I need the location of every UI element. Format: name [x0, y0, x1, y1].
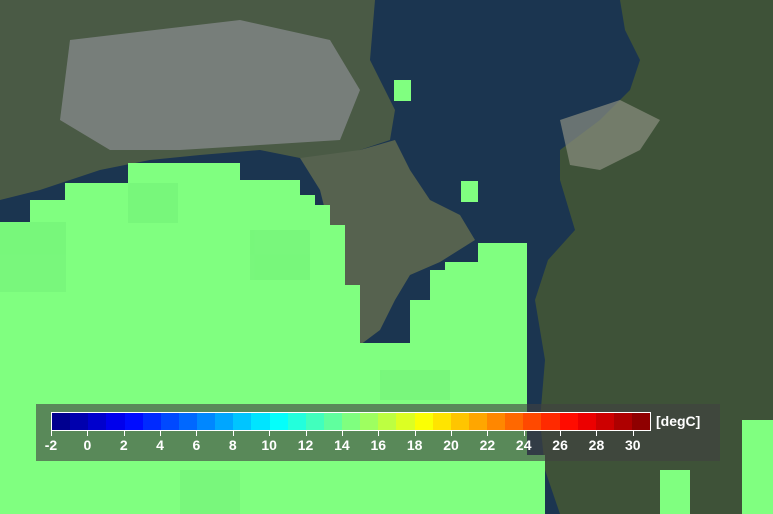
colorbar-segment: [468, 413, 487, 430]
colorbar-segment: [595, 413, 614, 430]
colorbar-segment: [52, 413, 71, 430]
colorbar-tick: [487, 431, 489, 436]
colorbar-segment: [632, 413, 651, 430]
colorbar-tick-label: 14: [334, 437, 350, 453]
colorbar-tick: [523, 431, 525, 436]
colorbar-tick: [160, 431, 162, 436]
colorbar-ticks: -2 0 2 4 6 8 10 12 14 16 18 20 22 24 26 28 30: [45, 431, 651, 459]
colorbar-tick-label: 4: [156, 437, 164, 453]
colorbar-segment: [577, 413, 596, 430]
colorbar-segment: [432, 413, 451, 430]
colorbar-segment: [251, 413, 270, 430]
colorbar-segment: [160, 413, 179, 430]
colorbar-gradient: [51, 412, 651, 431]
colorbar-legend: [degC] -2 0 2 4 6 8 10 12 14 16 18 20 22 24 26 28 30: [36, 404, 720, 461]
colorbar-tick-label: 20: [443, 437, 459, 453]
colorbar-segment: [613, 413, 632, 430]
colorbar-tick: [341, 431, 343, 436]
colorbar-tick: [305, 431, 307, 436]
colorbar-segment: [414, 413, 433, 430]
colorbar-tick-label: 10: [261, 437, 277, 453]
colorbar-tick-label: 6: [192, 437, 201, 453]
colorbar-unit-label: [degC]: [656, 413, 701, 429]
colorbar-segment: [124, 413, 143, 430]
colorbar-segment: [342, 413, 361, 430]
colorbar-segment: [106, 413, 125, 430]
colorbar-segment: [450, 413, 469, 430]
colorbar-tick-label: 24: [515, 437, 532, 453]
colorbar-segment: [142, 413, 161, 430]
colorbar-segment: [70, 413, 89, 430]
colorbar-tick: [414, 431, 416, 436]
colorbar-tick: [196, 431, 198, 436]
colorbar-tick-label: 2: [119, 437, 128, 453]
colorbar-segment: [559, 413, 578, 430]
colorbar-tick: [632, 431, 634, 436]
colorbar-segment: [523, 413, 542, 430]
colorbar-segment: [487, 413, 506, 430]
colorbar-tick-label: 8: [228, 437, 237, 453]
colorbar-tick-label: 26: [552, 437, 568, 453]
colorbar-segment: [178, 413, 197, 430]
colorbar-tick-label: 22: [479, 437, 496, 453]
colorbar-segment: [233, 413, 252, 430]
colorbar-tick-label: 28: [588, 437, 605, 453]
colorbar-segment: [269, 413, 288, 430]
colorbar-tick-label: 16: [370, 437, 387, 453]
colorbar-tick-label: -2: [44, 437, 58, 453]
colorbar-tick-label: 0: [83, 437, 92, 453]
colorbar-segment: [323, 413, 342, 430]
colorbar-segment: [215, 413, 234, 430]
colorbar-segment: [360, 413, 379, 430]
colorbar-tick: [232, 431, 234, 436]
colorbar-segment: [305, 413, 324, 430]
colorbar-tick: [378, 431, 380, 436]
colorbar-tick: [123, 431, 125, 436]
colorbar-tick: [451, 431, 452, 436]
colorbar-tick: [87, 431, 89, 436]
colorbar-tick-label: 18: [406, 437, 423, 453]
colorbar-segment: [505, 413, 524, 430]
colorbar-segment: [541, 413, 560, 430]
colorbar-tick-label: 30: [625, 437, 641, 453]
colorbar-tick: [560, 431, 562, 436]
colorbar-tick: [596, 431, 598, 436]
colorbar-tick: [51, 431, 52, 436]
colorbar-tick: [269, 431, 271, 436]
colorbar-segment: [287, 413, 306, 430]
urban-area-north: [60, 20, 360, 150]
colorbar-segment: [88, 413, 107, 430]
colorbar-segment: [378, 413, 397, 430]
colorbar-segment: [197, 413, 216, 430]
colorbar-tick-label: 12: [297, 437, 314, 453]
colorbar-segment: [396, 413, 415, 430]
